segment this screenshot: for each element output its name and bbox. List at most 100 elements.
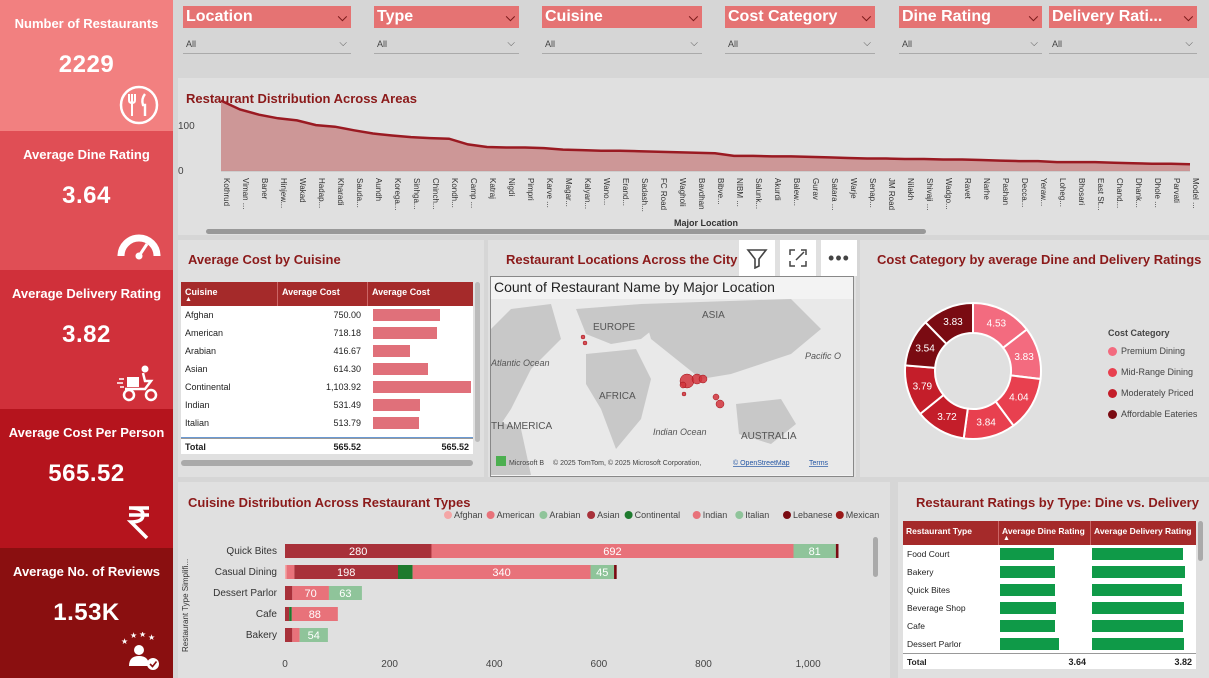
legend-item[interactable]: Mid-Range Dining	[1108, 367, 1197, 377]
map-visual[interactable]: Count of Restaurant Name by Major Locati…	[490, 276, 854, 477]
slicer-dine-rating[interactable]: Dine Rating ⌵ All ⌵	[899, 6, 1042, 58]
column-header[interactable]: Average Cost	[277, 282, 367, 306]
bar-segment[interactable]	[289, 607, 292, 621]
map-label: EUROPE	[593, 322, 636, 333]
location-bubble[interactable]	[715, 399, 725, 409]
total-delivery: 3.82	[1174, 656, 1192, 667]
x-tick-label: Dhank...	[1134, 178, 1143, 208]
legend-label[interactable]: Continental	[635, 510, 681, 520]
x-tick-label: Camp ...	[469, 178, 478, 208]
focus-mode-button[interactable]	[780, 240, 816, 276]
column-header[interactable]: Cuisine ▲	[181, 282, 277, 306]
location-bubble[interactable]	[712, 393, 720, 401]
slicer-type[interactable]: Type ⌵ All ⌵	[374, 6, 519, 58]
location-bubble[interactable]	[698, 374, 708, 384]
bar-segment[interactable]	[286, 565, 295, 579]
category-label: Bakery	[246, 630, 277, 641]
slicer-header[interactable]: Cost Category ⌵	[725, 6, 875, 28]
slicer-header[interactable]: Type ⌵	[374, 6, 519, 28]
x-tick-label: JM Road	[887, 178, 896, 210]
location-bubble[interactable]	[681, 391, 687, 397]
slicer-header[interactable]: Location ⌵	[183, 6, 351, 28]
column-header[interactable]: Average Delivery Rating	[1090, 521, 1196, 545]
slicer-dropdown[interactable]: All ⌵	[374, 34, 519, 54]
legend-label[interactable]: American	[497, 510, 535, 520]
slicer-cuisine[interactable]: Cuisine ⌵ All ⌵	[542, 6, 702, 58]
legend-item[interactable]: Premium Dining	[1108, 346, 1197, 356]
bar-segment[interactable]	[285, 586, 293, 600]
slicer-header[interactable]: Cuisine ⌵	[542, 6, 702, 28]
donut-label: 3.79	[913, 382, 933, 393]
legend-label[interactable]: Italian	[745, 510, 769, 520]
cuisine-cell: Asian	[185, 364, 208, 374]
column-header[interactable]: Restaurant Type	[903, 521, 998, 545]
delivery-bar	[1092, 602, 1185, 614]
terms-link[interactable]: Terms	[809, 460, 829, 467]
slicer-dropdown[interactable]: All ⌵	[542, 34, 702, 54]
more-options-button[interactable]: •••	[821, 240, 857, 276]
slicer-delivery-rati[interactable]: Delivery Rati... ⌵ All ⌵	[1049, 6, 1197, 58]
svg-text:★: ★	[121, 637, 128, 646]
x-tick-label: Bibve...	[716, 178, 725, 205]
legend-dot	[444, 511, 452, 519]
dine-bar	[1000, 602, 1056, 614]
chevron-down-icon[interactable]: ⌵	[1184, 6, 1193, 28]
x-tick-label: Chinch...	[431, 178, 440, 210]
osm-link[interactable]: © OpenStreetMap	[733, 459, 790, 467]
chevron-down-icon[interactable]: ⌵	[338, 6, 347, 28]
legend-label[interactable]: Indian	[703, 510, 728, 520]
bar-segment[interactable]	[285, 628, 293, 642]
ratings-scrollbar[interactable]	[1198, 521, 1203, 561]
data-label: 45	[596, 567, 608, 579]
bar-segment[interactable]	[292, 628, 300, 642]
cost-table-scrollbar[interactable]	[475, 282, 480, 442]
bar-segment[interactable]	[285, 565, 287, 579]
cost-cell: 614.30	[333, 364, 361, 374]
legend-item[interactable]: Moderately Priced	[1108, 388, 1197, 398]
slicer-cost-category[interactable]: Cost Category ⌵ All ⌵	[725, 6, 875, 58]
bar-segment[interactable]	[835, 544, 839, 558]
donut-label: 3.83	[1014, 352, 1034, 363]
legend-label[interactable]: Afghan	[454, 510, 483, 520]
legend-label[interactable]: Arabian	[549, 510, 580, 520]
chevron-down-icon[interactable]: ⌵	[506, 6, 515, 28]
slicer-dropdown[interactable]: All ⌵	[725, 34, 875, 54]
bar-segment[interactable]	[614, 565, 617, 579]
world-map[interactable]: EUROPE ASIA AFRICA Atlantic Ocean Pacific O I…	[491, 299, 853, 475]
cost-table-hscrollbar[interactable]	[181, 460, 473, 466]
filter-button[interactable]	[739, 240, 775, 276]
location-bubble[interactable]	[679, 381, 687, 389]
slicer-header[interactable]: Dine Rating ⌵	[899, 6, 1042, 28]
column-header[interactable]: Average Dine Rating ▲	[998, 521, 1090, 545]
kpi-card: Number of Restaurants 2229	[0, 0, 173, 131]
legend-label[interactable]: Asian	[597, 510, 620, 520]
slicer-dropdown[interactable]: All ⌵	[183, 34, 351, 54]
column-header[interactable]: Average Cost	[367, 282, 473, 306]
x-tick-label: Nilakh	[906, 178, 915, 200]
x-tick-label: Decca...	[1020, 178, 1029, 207]
ratings-title: Restaurant Ratings by Type: Dine vs. Del…	[916, 495, 1199, 510]
slicer-location[interactable]: Location ⌵ All ⌵	[183, 6, 351, 58]
bar-chart-scrollbar[interactable]	[873, 537, 878, 577]
kpi-card: Average Delivery Rating 3.82	[0, 270, 173, 409]
chevron-down-icon[interactable]: ⌵	[689, 6, 698, 28]
slicer-value: All	[728, 39, 739, 49]
dine-bar	[1000, 566, 1056, 578]
legend-item[interactable]: Affordable Eateries	[1108, 409, 1197, 419]
x-tick-label: Nigdi	[507, 178, 516, 196]
legend-label[interactable]: Mexican	[846, 510, 880, 520]
legend-label[interactable]: Lebanese	[793, 510, 833, 520]
bar-segment[interactable]	[398, 565, 413, 579]
location-bubble[interactable]	[580, 334, 586, 340]
map-title: Restaurant Locations Across the City	[506, 252, 738, 267]
chevron-down-icon[interactable]: ⌵	[862, 6, 871, 28]
slicer-dropdown[interactable]: All ⌵	[1049, 34, 1197, 54]
x-tick-label: Pimpri	[526, 178, 535, 201]
chevron-down-icon[interactable]: ⌵	[1029, 6, 1038, 28]
slicer-header[interactable]: Delivery Rati... ⌵	[1049, 6, 1197, 28]
x-tick-label: Shivaji ...	[925, 178, 934, 210]
area-scrollbar[interactable]	[206, 229, 926, 234]
slicer-dropdown[interactable]: All ⌵	[899, 34, 1042, 54]
location-bubble[interactable]	[582, 340, 588, 346]
bar-segment[interactable]	[285, 607, 290, 621]
